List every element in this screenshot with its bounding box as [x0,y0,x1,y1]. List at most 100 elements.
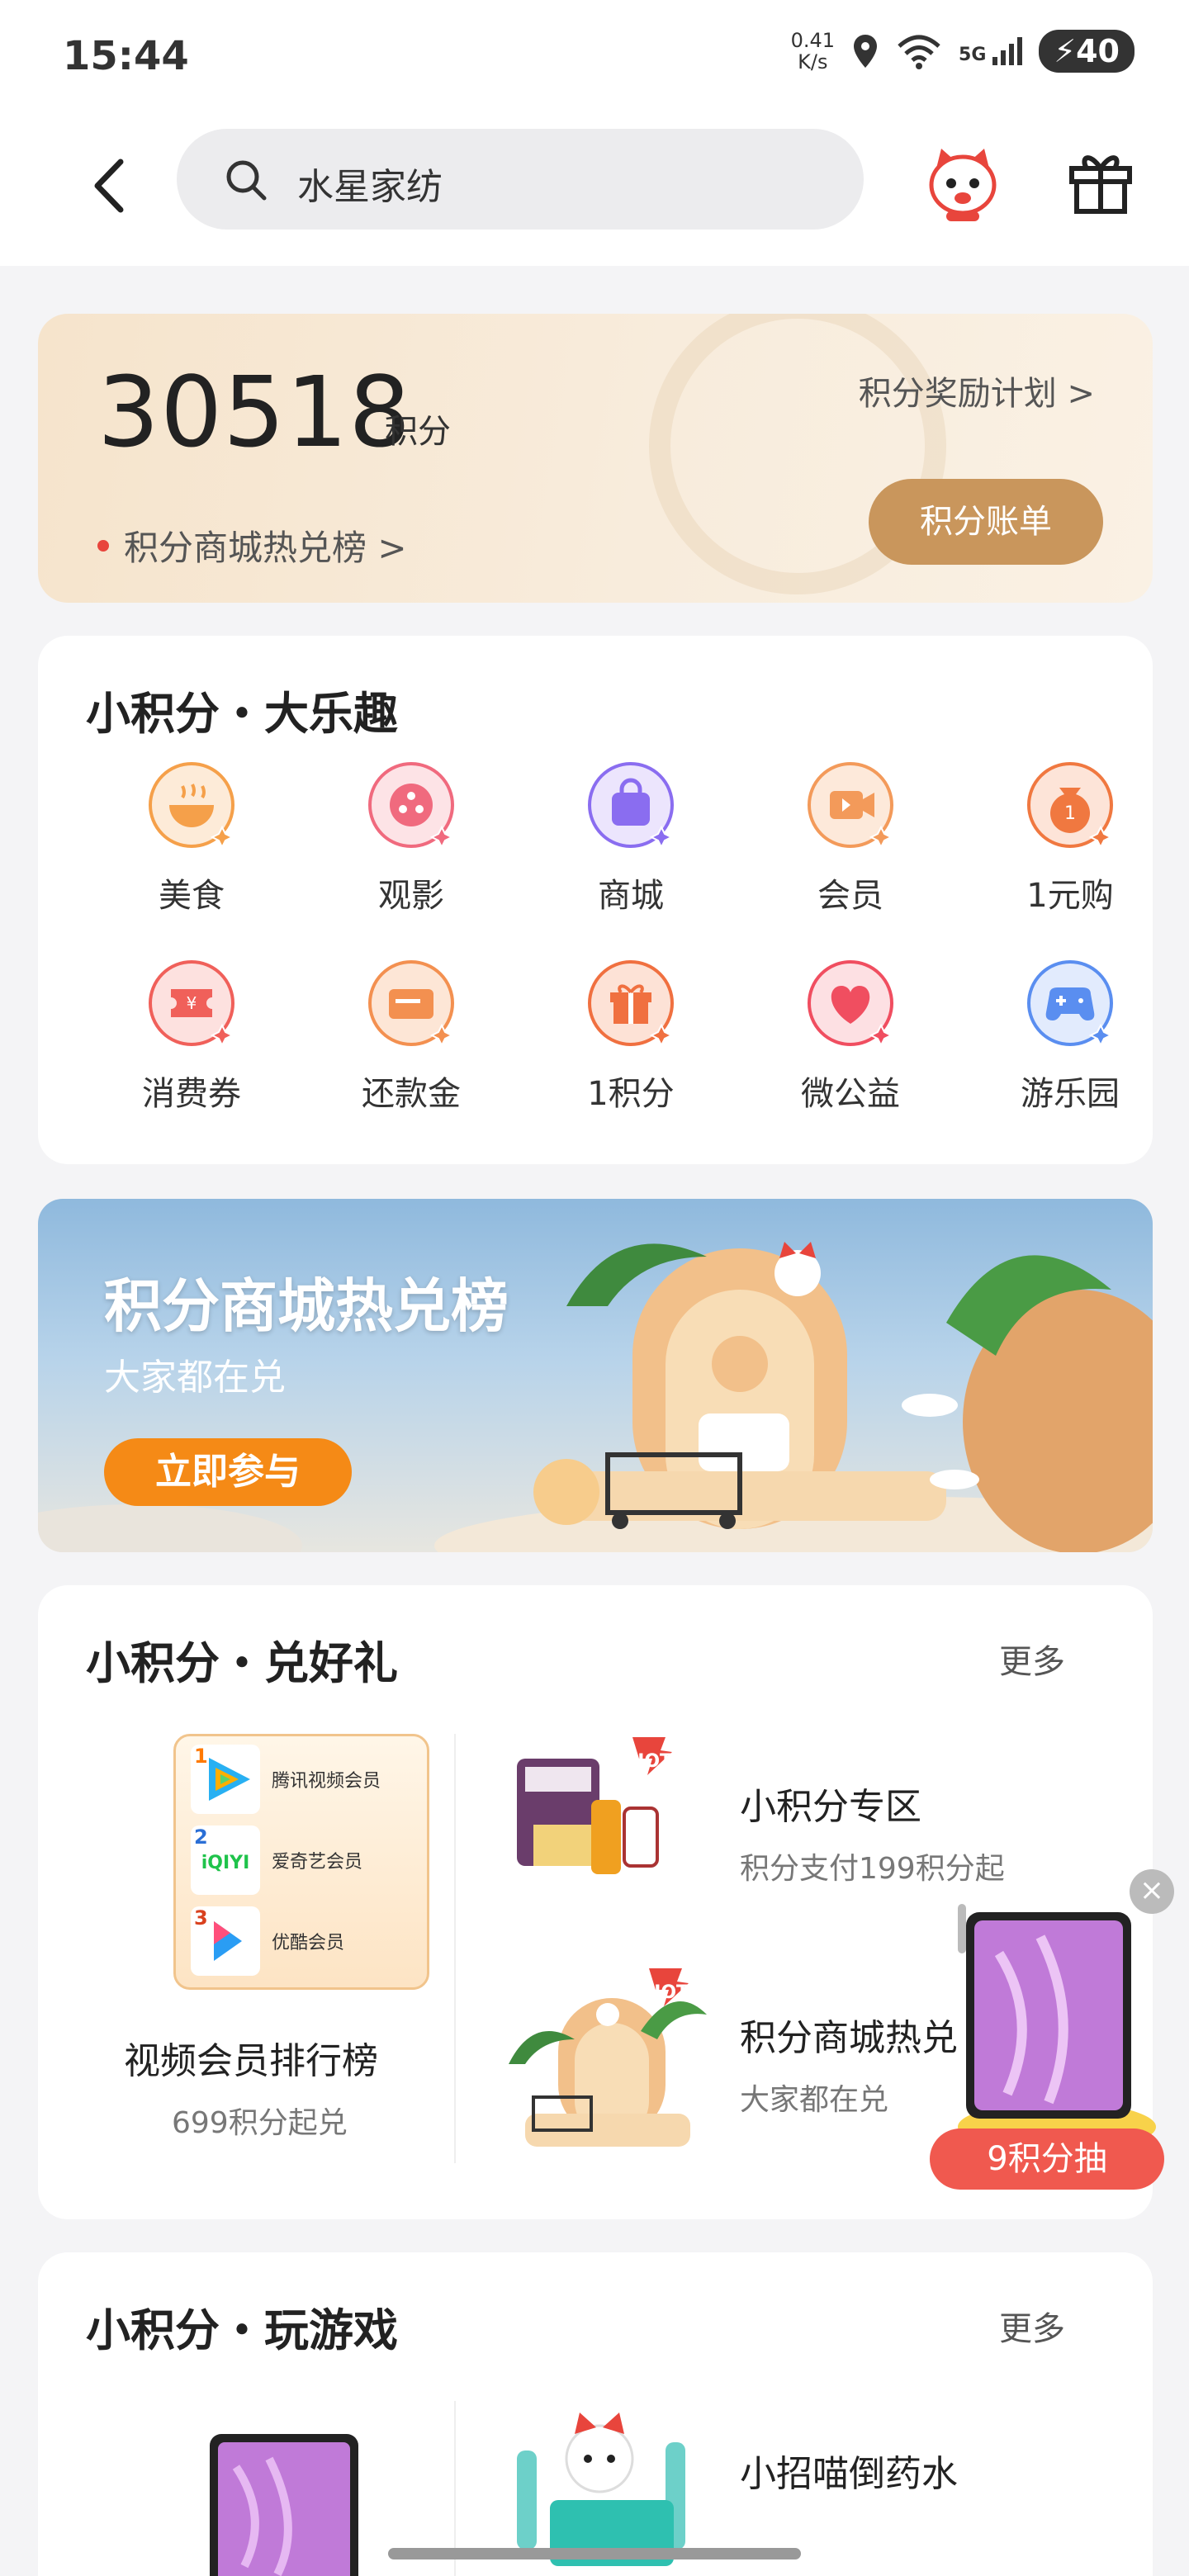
close-ad-button[interactable]: × [1130,1869,1174,1914]
heart-icon [805,958,896,1049]
fun-item-playground[interactable]: 游乐园 [988,958,1153,1115]
rank-name: 腾讯视频会员 [272,1771,381,1792]
back-button[interactable] [83,149,135,223]
rank-number: 1 [194,1745,208,1768]
tencent-video-logo-icon: 1 [191,1745,260,1814]
more-link[interactable]: 更多 [999,2302,1065,2350]
gift-item-subtitle: 大家都在兑 [740,2083,889,2117]
fun-item-label: 会员 [817,877,883,915]
fun-item-label: 消费券 [142,1075,241,1113]
svg-text:iQIYI: iQIYI [201,1853,250,1873]
fun-item-charity[interactable]: 微公益 [768,958,933,1115]
hot-rank-link-label: 积分商城热兑榜 > [124,528,407,568]
rank-row: 3 优酷会员 [191,1906,414,1976]
back-arrow-icon [94,159,124,213]
fun-item-repayment[interactable]: 还款金 [329,958,494,1115]
section-title: 小积分・大乐趣 [86,687,398,740]
hot-rank-link[interactable]: 积分商城热兑榜 > [97,520,407,571]
fun-item-coupon[interactable]: ¥ 消费券 [109,958,274,1115]
search-query: 水星家纺 [297,166,443,208]
hot-badge: HOT [646,1982,689,2003]
network-type: 5G [959,45,987,65]
fun-item-label: 1积分 [587,1075,675,1113]
hot-rank-banner[interactable]: 积分商城热兑榜 大家都在兑 立即参与 [38,1199,1153,1552]
fun-item-label: 商城 [598,877,664,915]
banner-title: 积分商城热兑榜 [104,1271,509,1340]
section-title: 小积分・兑好礼 [86,1636,398,1689]
points-unit: 积分 [385,413,451,451]
rank-number: 3 [194,1906,208,1930]
status-time: 15:44 [63,33,189,79]
search-box[interactable]: 水星家纺 [177,129,864,230]
lottery-label-button[interactable]: 9积分抽 [930,2129,1164,2190]
fun-item-member[interactable]: 会员 [768,760,933,916]
gift-item-title: 积分商城热兑 [740,2017,958,2059]
rank-number: 2 [194,1825,208,1849]
svg-text:¥: ¥ [187,993,197,1013]
fun-item-label: 观影 [378,877,444,915]
tablet-product-image [210,2434,358,2576]
status-bar: 15:44 0.41 K/s 5G ⚡40 [0,0,1189,107]
reward-plan-link[interactable]: 积分奖励计划 > [859,367,1095,414]
game-tablet-item[interactable] [170,2417,401,2576]
rank-title[interactable]: 视频会员排行榜 [124,2031,378,2084]
battery-indicator: ⚡40 [1039,30,1135,73]
hot-rank-thumbnail-image: HOT [509,1968,707,2147]
youku-logo-icon: 3 [191,1906,260,1976]
fun-item-one-yuan[interactable]: 1 1元购 [988,760,1153,916]
points-card: 30518 积分 积分奖励计划 > 积分商城热兑榜 > 积分账单 [38,314,1153,603]
fun-item-label: 微公益 [801,1075,900,1113]
points-ledger-button[interactable]: 积分账单 [869,479,1103,565]
rank-name: 爱奇艺会员 [272,1852,363,1873]
games-section-card: 小积分・玩游戏 更多 小招喵倒药水 [38,2252,1153,2576]
signal-5g-icon: 5G [959,37,1023,65]
battery-level: 40 [1076,33,1120,69]
points-balance: 30518 [97,355,412,469]
rank-name: 优酷会员 [272,1933,345,1953]
search-icon [226,160,267,201]
video-rank-box[interactable]: 1 腾讯视频会员 iQIYI 2 爱奇艺会员 3 优酷会员 [173,1734,429,1990]
video-member-icon [805,760,896,850]
fun-item-one-point[interactable]: 1积分 [548,958,713,1115]
gift-item-title: 小积分专区 [740,1786,921,1828]
fun-item-food[interactable]: 美食 [109,760,274,916]
mascot-button[interactable] [925,144,1001,223]
rank-subtitle: 699积分起兑 [172,2106,348,2140]
fun-item-movie[interactable]: 观影 [329,760,494,916]
more-link[interactable]: 更多 [999,1635,1065,1683]
fun-item-mall[interactable]: 商城 [548,760,713,916]
location-icon [854,35,878,68]
coupon-icon: ¥ [146,958,237,1049]
gift-button[interactable] [1065,145,1136,216]
join-now-button[interactable]: 立即参与 [104,1438,352,1506]
status-icons: 0.41 K/s 5G ⚡40 [791,30,1135,73]
banner-subtitle: 大家都在兑 [104,1357,286,1399]
card-icon [366,958,457,1049]
close-icon: × [1139,1873,1165,1907]
potion-game-image [517,2413,685,2566]
charging-icon: ⚡ [1054,33,1077,69]
column-divider [454,1734,456,2163]
network-speed-unit: K/s [798,50,828,73]
game-title: 小招喵倒药水 [740,2453,958,2495]
fun-item-label: 美食 [159,877,225,915]
fun-section-card: 小积分・大乐趣 美食 观影 商城 会员 1 1元购 ¥ 消费券 还款金 1积分 … [38,636,1153,1164]
gamepad-icon [1025,958,1116,1049]
wifi-icon [898,35,940,69]
gift-box-icon [585,958,676,1049]
gift-icon [1069,155,1132,214]
rank-row: iQIYI 2 爱奇艺会员 [191,1825,414,1895]
fun-item-label: 1元购 [1026,877,1114,915]
network-speed-value: 0.41 [790,29,836,52]
food-bowl-icon [146,760,237,850]
section-title: 小积分・玩游戏 [86,2304,398,2356]
iqiyi-logo-icon: iQIYI 2 [191,1825,260,1895]
cat-mascot-icon [929,149,997,221]
fun-item-label: 游乐园 [1021,1075,1120,1113]
home-indicator[interactable] [388,2548,801,2559]
red-dot [97,539,109,552]
svg-text:1: 1 [1064,803,1076,824]
shopping-bag-icon [585,760,676,850]
film-reel-icon [366,760,457,850]
hot-badge: HOT [629,1751,672,1772]
